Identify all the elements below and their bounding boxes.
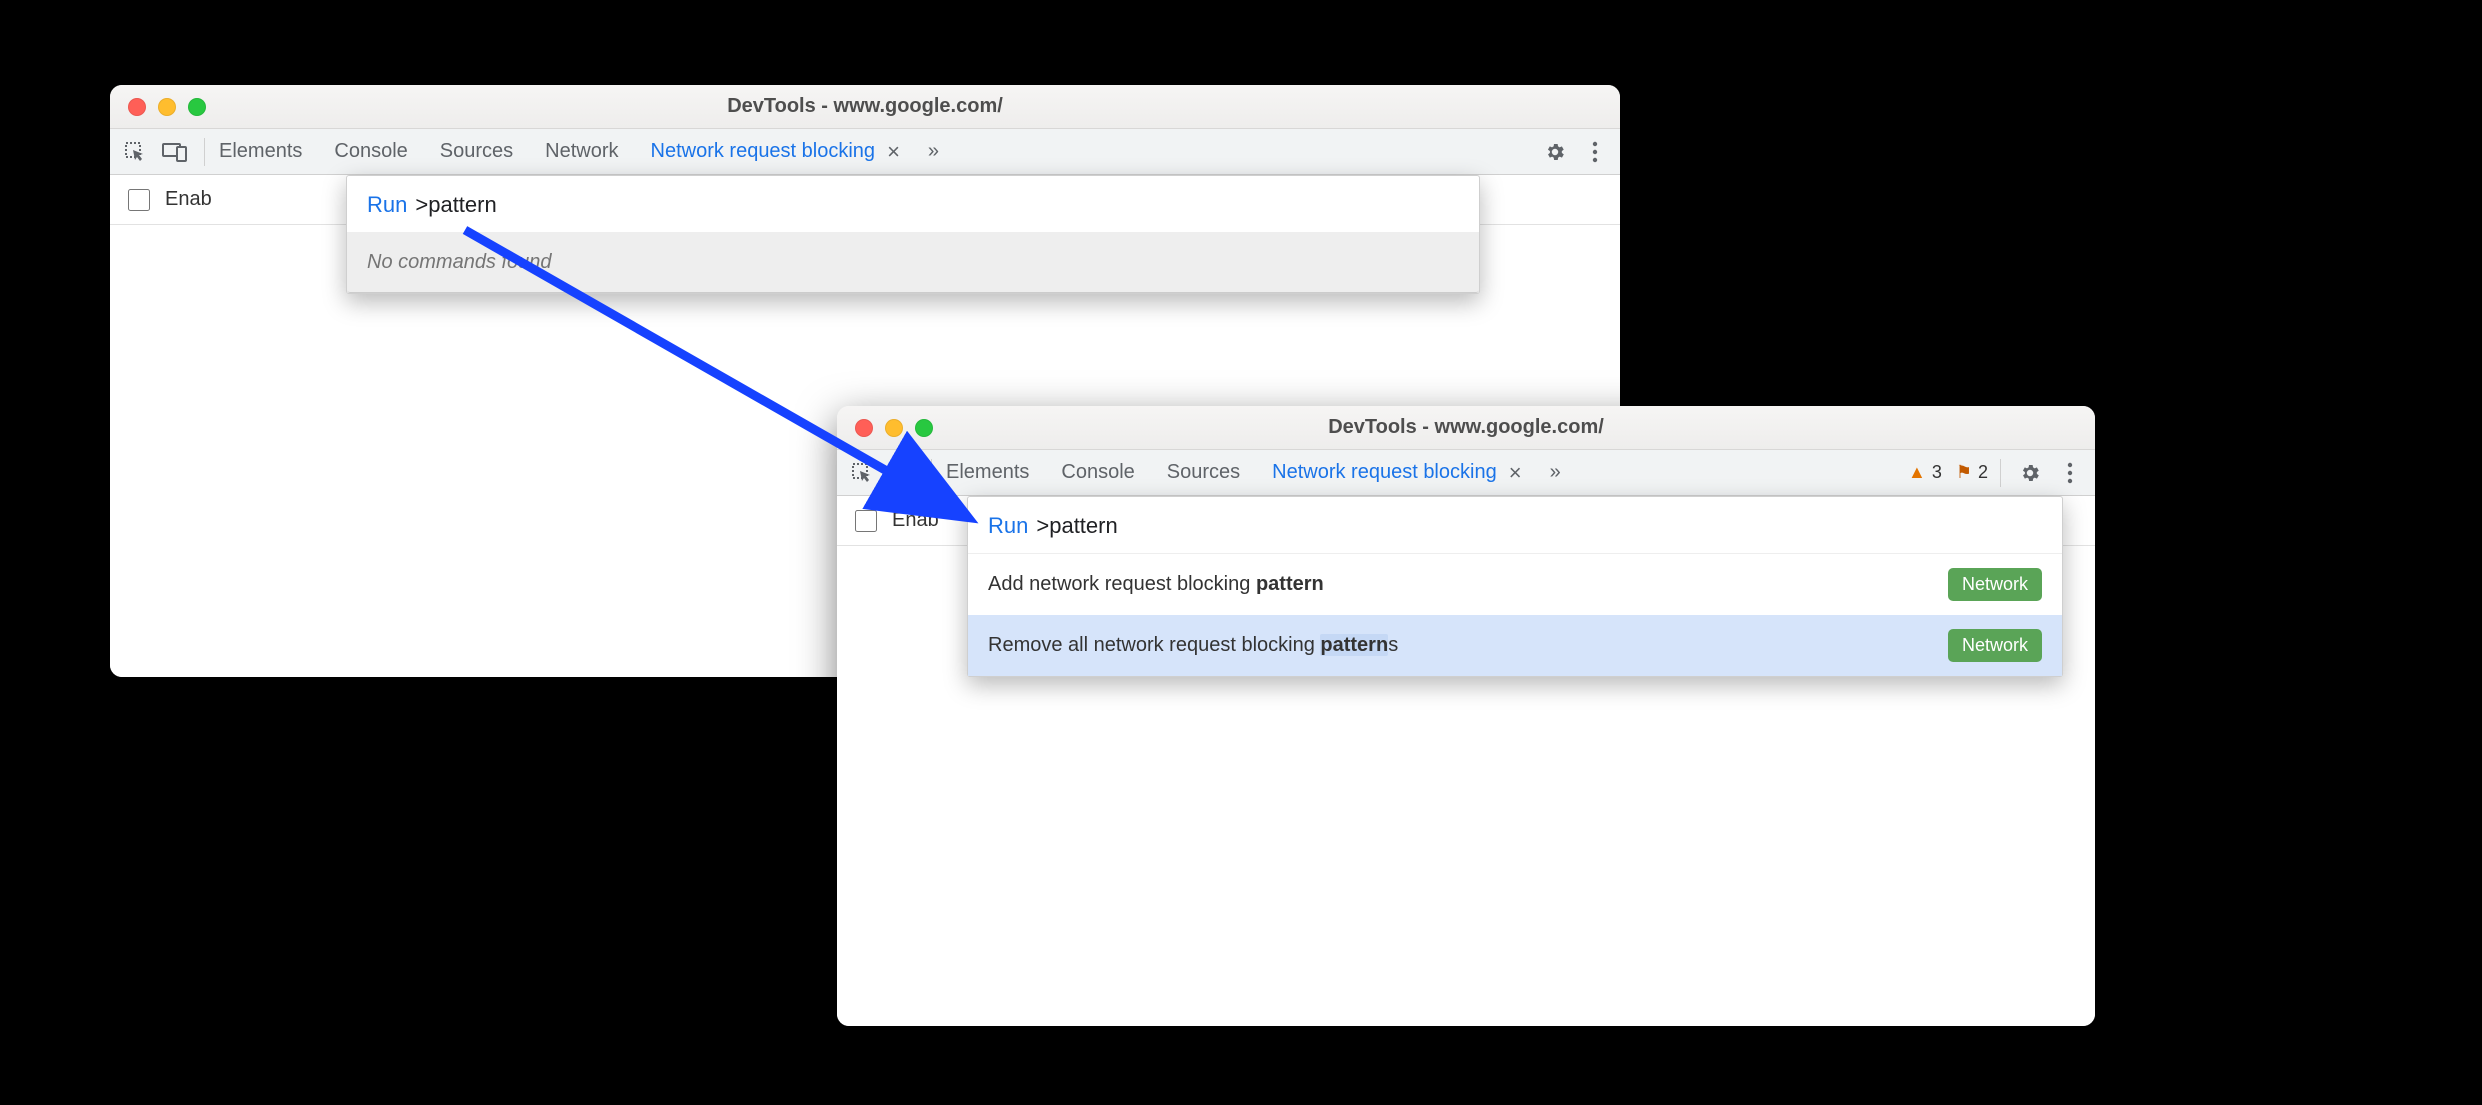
window-titlebar: DevTools - www.google.com/: [837, 406, 2095, 450]
tab-console[interactable]: Console: [332, 136, 409, 167]
enable-blocking-checkbox[interactable]: [855, 510, 877, 532]
close-tab-icon[interactable]: ×: [887, 139, 900, 165]
close-dot-icon[interactable]: [128, 98, 146, 116]
window-titlebar: DevTools - www.google.com/: [110, 85, 1620, 129]
command-results: Add network request blocking pattern Net…: [968, 554, 2062, 676]
overflow-menu-icon[interactable]: [1578, 135, 1612, 169]
command-input-row[interactable]: Run >pattern: [347, 176, 1479, 233]
enable-blocking-checkbox[interactable]: [128, 189, 150, 211]
inspect-element-icon[interactable]: [118, 135, 152, 169]
command-menu: Run >pattern No commands found: [346, 175, 1480, 294]
device-toggle-icon[interactable]: [158, 135, 192, 169]
warnings-counter[interactable]: ▲ 3: [1908, 462, 1942, 483]
issue-flag-icon: ⚑: [1956, 462, 1972, 483]
panel-tabs: Elements Console Sources Network request…: [944, 457, 1561, 488]
settings-gear-icon[interactable]: [2013, 456, 2047, 490]
devtools-window-after: DevTools - www.google.com/ Elements Cons…: [837, 406, 2095, 1026]
category-badge: Network: [1948, 568, 2042, 601]
result-text: Add network request blocking pattern: [988, 573, 1324, 596]
inspect-element-icon[interactable]: [845, 456, 879, 490]
separator-icon: [2000, 459, 2001, 487]
enable-label: Enab: [165, 188, 212, 211]
command-result-add-pattern[interactable]: Add network request blocking pattern Net…: [968, 554, 2062, 615]
panel-tabs: Elements Console Sources Network Network…: [217, 136, 939, 167]
devtools-toolbar: Elements Console Sources Network request…: [837, 450, 2095, 496]
tab-network[interactable]: Network: [543, 136, 620, 167]
device-toggle-icon[interactable]: [885, 456, 919, 490]
result-text: Remove all network request blocking patt…: [988, 634, 1398, 657]
command-menu: Run >pattern Add network request blockin…: [967, 496, 2063, 677]
fullscreen-dot-icon[interactable]: [188, 98, 206, 116]
fullscreen-dot-icon[interactable]: [915, 419, 933, 437]
command-result-remove-patterns[interactable]: Remove all network request blocking patt…: [968, 615, 2062, 676]
more-tabs-icon[interactable]: »: [1550, 461, 1561, 484]
devtools-toolbar: Elements Console Sources Network Network…: [110, 129, 1620, 175]
category-badge: Network: [1948, 629, 2042, 662]
tab-elements[interactable]: Elements: [944, 457, 1031, 488]
minimize-dot-icon[interactable]: [885, 419, 903, 437]
tab-console[interactable]: Console: [1059, 457, 1136, 488]
tab-sources[interactable]: Sources: [438, 136, 515, 167]
traffic-lights: [110, 98, 206, 116]
tab-elements[interactable]: Elements: [217, 136, 304, 167]
traffic-lights: [837, 419, 933, 437]
minimize-dot-icon[interactable]: [158, 98, 176, 116]
warning-triangle-icon: ▲: [1908, 462, 1926, 483]
run-label: Run: [988, 513, 1028, 539]
no-results-message: No commands found: [347, 233, 1479, 293]
close-dot-icon[interactable]: [855, 419, 873, 437]
enable-label: Enab: [892, 509, 939, 532]
run-label: Run: [367, 192, 407, 218]
tab-network-request-blocking[interactable]: Network request blocking: [649, 136, 878, 167]
tab-sources[interactable]: Sources: [1165, 457, 1242, 488]
separator-icon: [931, 459, 932, 487]
tab-network-request-blocking[interactable]: Network request blocking: [1270, 457, 1499, 488]
window-title: DevTools - www.google.com/: [837, 416, 2095, 439]
command-query: >pattern: [415, 192, 496, 218]
more-tabs-icon[interactable]: »: [928, 140, 939, 163]
issues-count: 2: [1978, 462, 1988, 483]
close-tab-icon[interactable]: ×: [1509, 460, 1522, 486]
command-input-row[interactable]: Run >pattern: [968, 497, 2062, 554]
settings-gear-icon[interactable]: [1538, 135, 1572, 169]
warnings-count: 3: [1932, 462, 1942, 483]
window-title: DevTools - www.google.com/: [110, 95, 1620, 118]
overflow-menu-icon[interactable]: [2053, 456, 2087, 490]
command-query: >pattern: [1036, 513, 1117, 539]
separator-icon: [204, 138, 205, 166]
issues-counter[interactable]: ⚑ 2: [1956, 462, 1988, 483]
